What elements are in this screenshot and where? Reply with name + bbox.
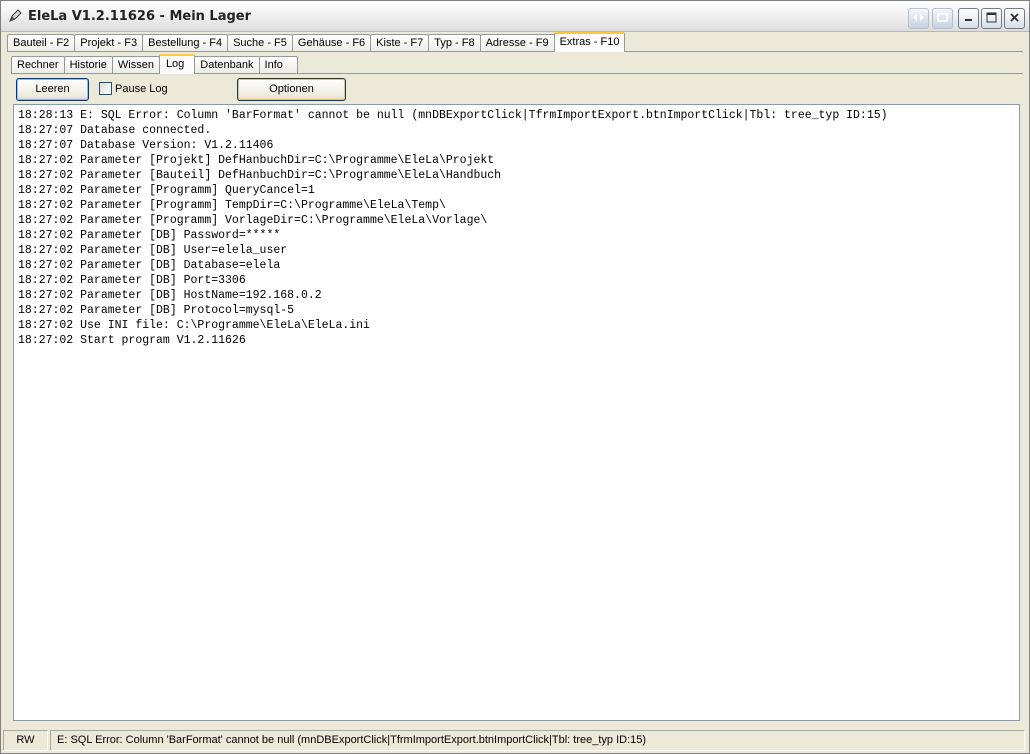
status-bar: RW E: SQL Error: Column 'BarFormat' cann… [1, 730, 1029, 753]
main-tab-strip: Bauteil - F2 Projekt - F3 Bestellung - F… [7, 32, 626, 52]
tab-gehaeuse[interactable]: Gehäuse - F6 [291, 34, 372, 52]
tab-historie[interactable]: Historie [63, 56, 113, 74]
log-line: 18:27:02 Parameter [DB] Database=elela [18, 259, 281, 272]
tab-suche[interactable]: Suche - F5 [227, 34, 293, 52]
log-line: 18:27:02 Parameter [DB] HostName=192.168… [18, 289, 322, 302]
tab-log[interactable]: Log [158, 54, 196, 74]
tab-kiste[interactable]: Kiste - F7 [370, 34, 430, 52]
tab-datenbank[interactable]: Datenbank [194, 56, 260, 74]
main-tab-divider [7, 51, 1023, 52]
pen-tool-icon [8, 9, 22, 23]
app-window: EleLa V1.2.11626 - Mein Lager Bauteil - … [0, 0, 1030, 754]
sub-tab-strip: Rechner Historie Wissen Log Datenbank In… [11, 54, 298, 74]
optionen-button[interactable]: Optionen [237, 78, 346, 101]
log-line: 18:27:02 Parameter [DB] Port=3306 [18, 274, 246, 287]
log-line: 18:27:02 Start program V1.2.11626 [18, 334, 246, 347]
pause-log-option[interactable]: Pause Log [99, 82, 168, 95]
log-line: 18:27:02 Parameter [Programm] QueryCance… [18, 184, 315, 197]
status-mode: RW [3, 730, 48, 751]
close-button[interactable] [1004, 8, 1025, 29]
pause-log-label: Pause Log [115, 82, 168, 95]
log-line: 18:27:02 Parameter [Programm] TempDir=C:… [18, 199, 446, 212]
log-line: 18:27:02 Parameter [DB] Password=***** [18, 229, 281, 242]
log-line: 18:27:02 Parameter [DB] User=elela_user [18, 244, 288, 257]
status-message: E: SQL Error: Column 'BarFormat' cannot … [50, 730, 1025, 751]
tab-info[interactable]: Info [258, 56, 298, 74]
restore-small-icon [937, 12, 948, 25]
minimize-icon [963, 12, 974, 26]
tab-bauteil[interactable]: Bauteil - F2 [7, 34, 76, 52]
title-bar[interactable]: EleLa V1.2.11626 - Mein Lager [1, 1, 1029, 32]
nav-arrows-button[interactable] [908, 8, 929, 29]
nav-arrows-icon [912, 13, 925, 25]
close-icon [1009, 12, 1020, 26]
tab-wissen[interactable]: Wissen [111, 56, 160, 74]
tab-typ[interactable]: Typ - F8 [428, 34, 481, 52]
maximize-button[interactable] [981, 8, 1002, 29]
log-line: 18:28:13 E: SQL Error: Column 'BarFormat… [18, 109, 888, 122]
tab-adresse[interactable]: Adresse - F9 [479, 34, 555, 52]
tab-rechner[interactable]: Rechner [11, 56, 65, 74]
tab-projekt[interactable]: Projekt - F3 [74, 34, 144, 52]
pause-log-checkbox[interactable] [99, 82, 112, 95]
log-textarea[interactable]: 18:28:13 E: SQL Error: Column 'BarFormat… [13, 104, 1020, 721]
log-line: 18:27:02 Parameter [Programm] VorlageDir… [18, 214, 488, 227]
log-line: 18:27:02 Parameter [Projekt] DefHanbuchD… [18, 154, 495, 167]
leeren-button[interactable]: Leeren [16, 78, 89, 101]
log-line: 18:27:02 Parameter [DB] Protocol=mysql-5 [18, 304, 295, 317]
log-line: 18:27:02 Parameter [Bauteil] DefHanbuchD… [18, 169, 502, 182]
log-line: 18:27:02 Use INI file: C:\Programme\EleL… [18, 319, 370, 332]
restore-small-button[interactable] [932, 8, 953, 29]
maximize-icon [986, 12, 997, 26]
log-line: 18:27:07 Database connected. [18, 124, 212, 137]
tab-extras[interactable]: Extras - F10 [553, 32, 626, 52]
log-line: 18:27:07 Database Version: V1.2.11406 [18, 139, 274, 152]
tab-bestellung[interactable]: Bestellung - F4 [142, 34, 229, 52]
minimize-button[interactable] [958, 8, 979, 29]
window-title: EleLa V1.2.11626 - Mein Lager [28, 9, 252, 24]
